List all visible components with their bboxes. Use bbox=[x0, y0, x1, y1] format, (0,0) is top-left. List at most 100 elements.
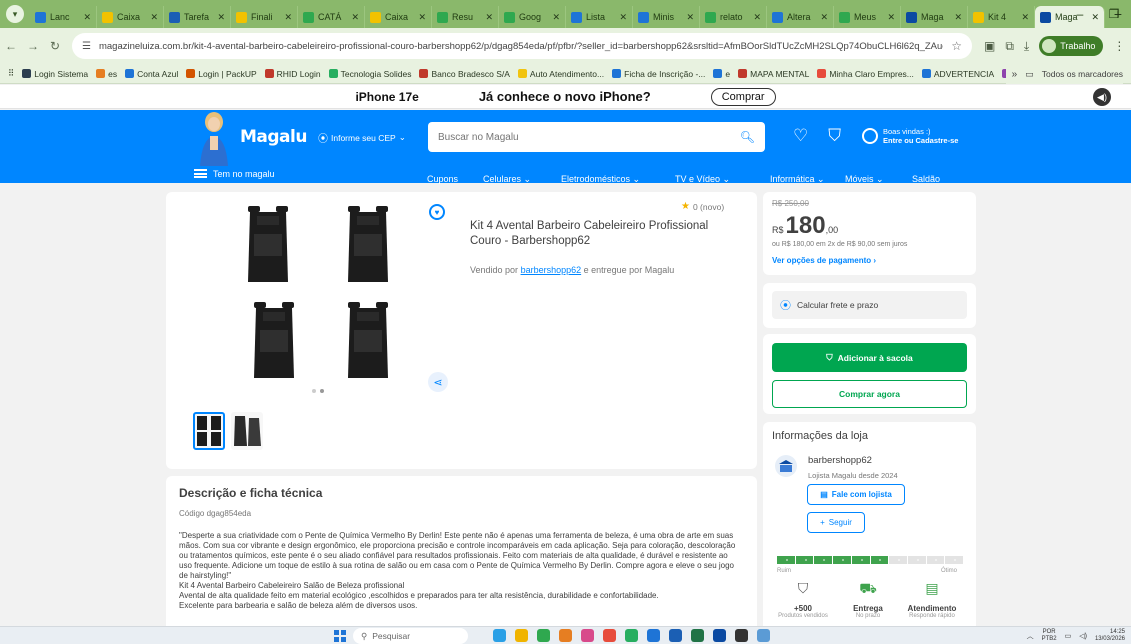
tab-close-icon[interactable]: ✕ bbox=[552, 12, 560, 23]
bookmark-item[interactable]: es bbox=[96, 69, 117, 79]
gallery-dot[interactable] bbox=[312, 389, 316, 393]
file-explorer-icon[interactable] bbox=[515, 629, 528, 642]
minimize-icon[interactable]: – bbox=[1063, 7, 1097, 21]
calculate-shipping-button[interactable]: ⦿ Calcular frete e prazo bbox=[772, 291, 967, 319]
search-icon[interactable]: 🔍︎ bbox=[740, 130, 755, 144]
tab-close-icon[interactable]: ✕ bbox=[887, 12, 895, 23]
browser-tab[interactable]: Tarefa ✕ bbox=[164, 6, 231, 28]
browser-tab[interactable]: Lanc ✕ bbox=[30, 6, 97, 28]
bookmark-item[interactable]: ADVERTENCIA bbox=[921, 69, 994, 79]
browser-tab[interactable]: Altera ✕ bbox=[767, 6, 834, 28]
back-icon[interactable]: ← bbox=[0, 39, 22, 53]
volume-icon[interactable]: ◁) bbox=[1079, 632, 1087, 640]
chrome-icon[interactable] bbox=[625, 629, 638, 642]
favorites-heart-icon[interactable]: ♡ bbox=[793, 126, 808, 146]
category-link[interactable]: Móveis ⌄ bbox=[845, 174, 884, 185]
search-input[interactable] bbox=[438, 131, 740, 143]
category-link[interactable]: Informática ⌄ bbox=[770, 174, 825, 185]
extension-icon[interactable]: ▣ bbox=[984, 39, 995, 53]
clock[interactable]: 14:25 13/03/2026 bbox=[1095, 629, 1125, 643]
account-login[interactable]: Boas vindas :) Entre ou Cadastre-se bbox=[862, 127, 958, 145]
gallery-dot[interactable] bbox=[320, 389, 324, 393]
app-icon[interactable] bbox=[735, 629, 748, 642]
browser-tab[interactable]: Minis ✕ bbox=[633, 6, 700, 28]
widget-icon[interactable] bbox=[493, 629, 506, 642]
bookmark-item[interactable]: e bbox=[713, 69, 730, 79]
app-icon[interactable] bbox=[581, 629, 594, 642]
bookmark-item[interactable]: Ficha de Inscrição -... bbox=[612, 69, 705, 79]
buy-now-button[interactable]: Comprar agora bbox=[772, 380, 967, 408]
login-link[interactable]: Entre ou Cadastre-se bbox=[883, 136, 958, 145]
url-text[interactable]: magazineluiza.com.br/kit-4-avental-barbe… bbox=[99, 41, 943, 52]
bookmark-item[interactable]: Tecnologia Solides bbox=[328, 69, 411, 79]
category-link[interactable]: Cupons bbox=[427, 174, 458, 184]
tab-close-icon[interactable]: ✕ bbox=[150, 12, 158, 23]
tab-close-icon[interactable]: ✕ bbox=[284, 12, 292, 23]
chrome-icon[interactable] bbox=[603, 629, 616, 642]
app-icon[interactable] bbox=[647, 629, 660, 642]
url-bar[interactable]: ☰ magazineluiza.com.br/kit-4-avental-bar… bbox=[72, 33, 972, 59]
download-icon[interactable]: ⤓ bbox=[1024, 39, 1029, 54]
seller-link[interactable]: barbershopp62 bbox=[521, 265, 582, 275]
browser-tab[interactable]: Kit 4 ✕ bbox=[968, 6, 1035, 28]
bookmark-item[interactable]: Minha Claro Empres... bbox=[817, 69, 914, 79]
tab-close-icon[interactable]: ✕ bbox=[217, 12, 225, 23]
language-indicator[interactable]: POR PTB2 bbox=[1042, 629, 1057, 643]
windows-start-icon[interactable] bbox=[334, 630, 346, 642]
tab-close-icon[interactable]: ✕ bbox=[351, 12, 359, 23]
bookmark-star-icon[interactable]: ☆ bbox=[951, 39, 962, 53]
category-link[interactable]: Saldão bbox=[912, 174, 940, 184]
bookmark-item[interactable]: Login Sistema bbox=[22, 69, 88, 79]
tray-up-icon[interactable]: ︿ bbox=[1027, 631, 1034, 641]
browser-tab[interactable]: CATÁ ✕ bbox=[298, 6, 365, 28]
browser-tab[interactable]: Resu ✕ bbox=[432, 6, 499, 28]
favorite-heart-icon[interactable]: ♥ bbox=[429, 204, 445, 220]
category-link[interactable]: TV e Vídeo ⌄ bbox=[675, 174, 730, 185]
product-rating[interactable]: ★ 0 (novo) bbox=[681, 201, 724, 212]
reload-icon[interactable]: ↻ bbox=[44, 39, 66, 53]
tab-close-icon[interactable]: ✕ bbox=[686, 12, 694, 23]
bookmarks-more-button[interactable]: » bbox=[1012, 69, 1018, 80]
thumbnail-2[interactable] bbox=[231, 412, 263, 450]
cep-selector[interactable]: ⦿ Informe seu CEP ⌄ bbox=[318, 130, 406, 145]
add-to-bag-button[interactable]: ⛉ Adicionar à sacola bbox=[772, 343, 967, 372]
tab-close-icon[interactable]: ✕ bbox=[820, 12, 828, 23]
profile-button[interactable]: Trabalho bbox=[1039, 36, 1104, 56]
network-icon[interactable]: ▭ bbox=[1065, 632, 1072, 640]
all-departments-menu[interactable]: Tem no magalu bbox=[194, 169, 275, 179]
thumbnail-1[interactable] bbox=[193, 412, 225, 450]
bookmark-item[interactable]: Login | PackUP bbox=[186, 69, 257, 79]
chrome-icon[interactable] bbox=[537, 629, 550, 642]
browser-tab[interactable]: relato ✕ bbox=[700, 6, 767, 28]
tab-close-icon[interactable]: ✕ bbox=[485, 12, 493, 23]
bookmark-item[interactable]: Auto Atendimento... bbox=[517, 69, 604, 79]
tab-search-icon[interactable]: ▾ bbox=[6, 5, 24, 23]
bag-icon[interactable]: ⛉ bbox=[828, 126, 841, 146]
bookmark-item[interactable]: Conta Azul bbox=[125, 69, 178, 79]
forward-icon[interactable]: → bbox=[22, 39, 44, 53]
tab-close-icon[interactable]: ✕ bbox=[619, 12, 627, 23]
tab-close-icon[interactable]: ✕ bbox=[83, 12, 91, 23]
product-main-image[interactable] bbox=[244, 204, 426, 382]
promo-buy-button[interactable]: Comprar bbox=[710, 87, 776, 106]
bookmarks-folder[interactable]: Todos os marcadores bbox=[1042, 69, 1123, 79]
taskbar-search[interactable]: ⚲ Pesquisar bbox=[353, 628, 468, 644]
extensions-puzzle-icon[interactable]: ⧉ bbox=[1005, 39, 1014, 54]
tab-close-icon[interactable]: ✕ bbox=[753, 12, 761, 23]
bookmark-item[interactable]: RHID Login bbox=[264, 69, 321, 79]
bookmark-item[interactable]: Banco Bradesco S/A bbox=[419, 69, 510, 79]
tab-close-icon[interactable]: ✕ bbox=[1021, 12, 1029, 23]
browser-tab[interactable]: Lista ✕ bbox=[566, 6, 633, 28]
browser-tab[interactable]: Meus ✕ bbox=[834, 6, 901, 28]
app-icon[interactable] bbox=[757, 629, 770, 642]
store-logo[interactable] bbox=[775, 455, 797, 477]
speaker-icon[interactable]: ◀) bbox=[1093, 88, 1111, 106]
tab-close-icon[interactable]: ✕ bbox=[954, 12, 962, 23]
apps-grid-icon[interactable]: ⠿ bbox=[8, 68, 14, 79]
tab-close-icon[interactable]: ✕ bbox=[418, 12, 426, 23]
payment-options-link[interactable]: Ver opções de pagamento › bbox=[772, 256, 876, 265]
magalu-logo[interactable]: Magalu bbox=[240, 127, 307, 147]
excel-icon[interactable] bbox=[691, 629, 704, 642]
word-icon[interactable] bbox=[669, 629, 682, 642]
store-name[interactable]: barbershopp62 bbox=[808, 455, 872, 466]
